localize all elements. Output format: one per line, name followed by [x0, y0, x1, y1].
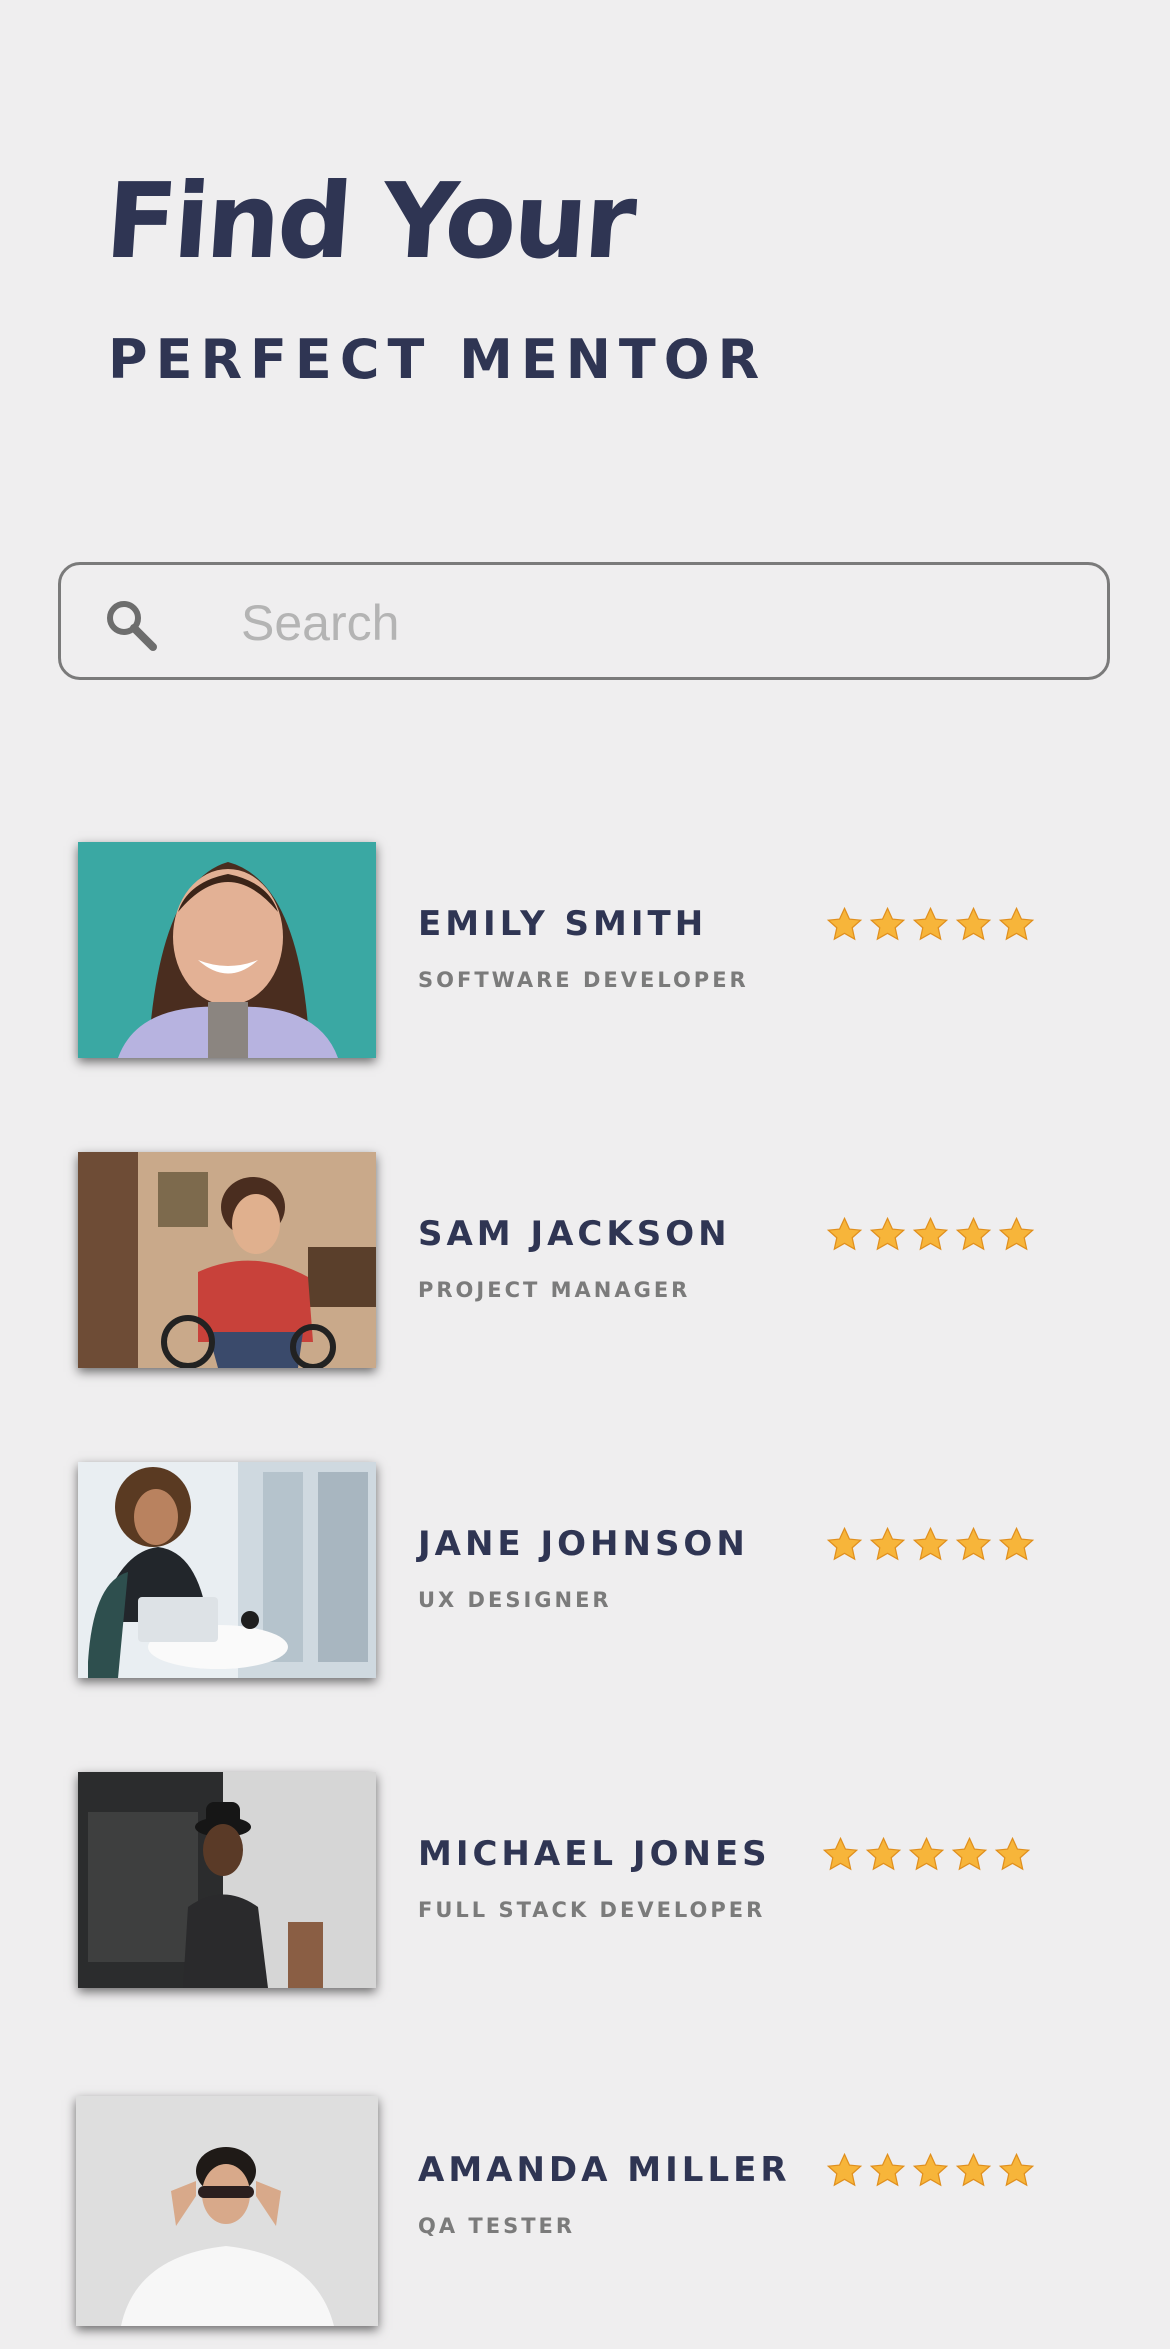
rating-stars	[826, 906, 1035, 943]
mentor-photo[interactable]	[78, 1772, 376, 1988]
star-icon	[912, 1526, 949, 1561]
star-icon	[955, 906, 992, 941]
mentor-card[interactable]: JANE JOHNSON UX DESIGNER	[0, 1462, 1170, 1692]
page-subtitle: PERFECT MENTOR	[108, 328, 768, 391]
star-icon	[865, 1836, 902, 1871]
search-bar[interactable]	[58, 562, 1110, 680]
mentor-role: UX DESIGNER	[418, 1588, 612, 1612]
mentor-role: FULL STACK DEVELOPER	[418, 1898, 766, 1922]
star-icon	[998, 1526, 1035, 1561]
star-icon	[869, 906, 906, 941]
mentor-role: PROJECT MANAGER	[418, 1278, 691, 1302]
star-icon	[912, 2152, 949, 2187]
mentor-photo[interactable]	[78, 1152, 376, 1368]
mentor-role: QA TESTER	[418, 2214, 576, 2238]
search-input[interactable]	[241, 585, 1081, 661]
star-icon	[869, 1216, 906, 1251]
star-icon	[955, 1526, 992, 1561]
page-title: Find Your	[101, 160, 638, 282]
mentor-name: AMANDA MILLER	[418, 2150, 791, 2190]
star-icon	[998, 1216, 1035, 1251]
star-icon	[908, 1836, 945, 1871]
rating-stars	[822, 1836, 1031, 1873]
mentor-name: EMILY SMITH	[418, 904, 708, 944]
mentor-card[interactable]: SAM JACKSON PROJECT MANAGER	[0, 1152, 1170, 1382]
mentor-photo[interactable]	[78, 1462, 376, 1678]
mentor-name: JANE JOHNSON	[418, 1524, 749, 1564]
mentor-card[interactable]: MICHAEL JONES FULL STACK DEVELOPER	[0, 1772, 1170, 2002]
star-icon	[826, 1526, 863, 1561]
mentor-photo[interactable]	[76, 2096, 378, 2326]
rating-stars	[826, 2152, 1035, 2189]
star-icon	[994, 1836, 1031, 1871]
mentor-finder-screen: Find Your PERFECT MENTOR EMILY SMITH SOF…	[0, 0, 1170, 2349]
mentor-name: MICHAEL JONES	[418, 1834, 771, 1874]
mentor-photo[interactable]	[78, 842, 376, 1058]
mentor-role: SOFTWARE DEVELOPER	[418, 968, 749, 992]
star-icon	[955, 1216, 992, 1251]
rating-stars	[826, 1526, 1035, 1563]
search-icon[interactable]	[101, 595, 161, 655]
star-icon	[912, 1216, 949, 1251]
star-icon	[998, 906, 1035, 941]
mentor-name: SAM JACKSON	[418, 1214, 731, 1254]
star-icon	[912, 906, 949, 941]
star-icon	[826, 2152, 863, 2187]
mentor-card[interactable]: EMILY SMITH SOFTWARE DEVELOPER	[0, 842, 1170, 1072]
star-icon	[955, 2152, 992, 2187]
mentor-card[interactable]: AMANDA MILLER QA TESTER	[0, 2096, 1170, 2326]
rating-stars	[826, 1216, 1035, 1253]
star-icon	[826, 906, 863, 941]
star-icon	[826, 1216, 863, 1251]
star-icon	[869, 1526, 906, 1561]
star-icon	[869, 2152, 906, 2187]
star-icon	[951, 1836, 988, 1871]
star-icon	[998, 2152, 1035, 2187]
star-icon	[822, 1836, 859, 1871]
